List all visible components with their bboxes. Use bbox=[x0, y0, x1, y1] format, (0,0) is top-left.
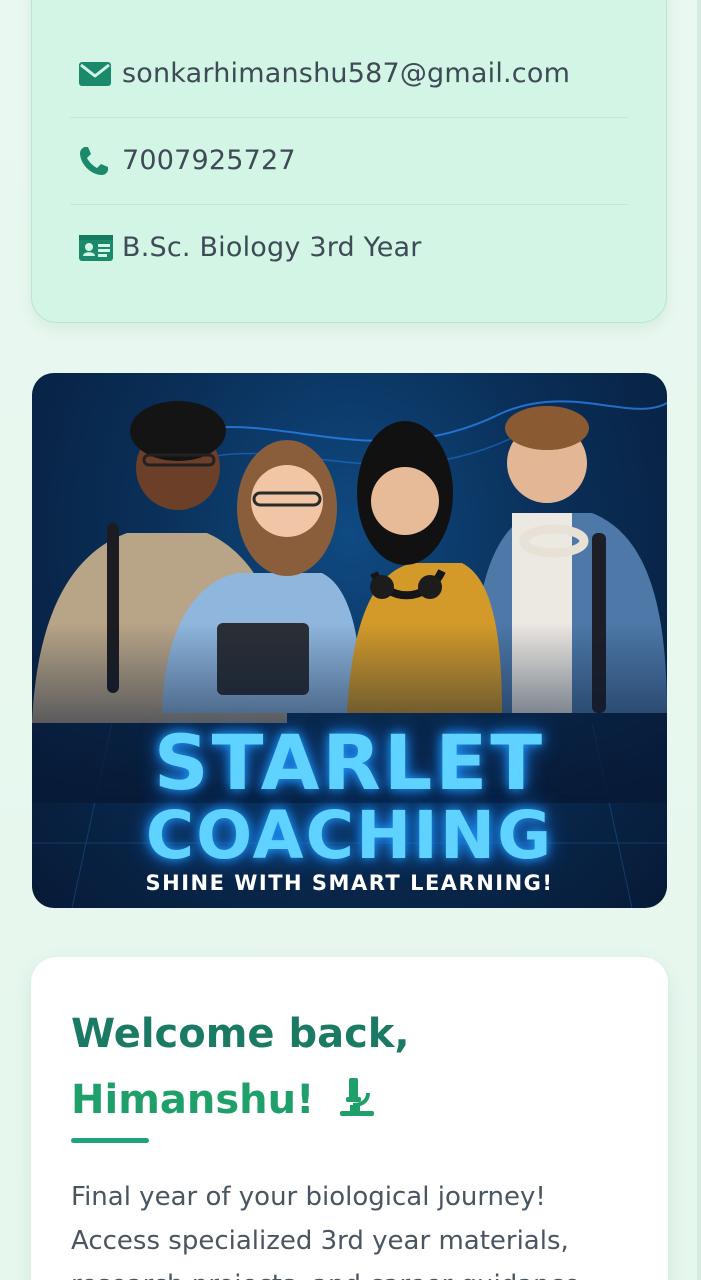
scroll-edge bbox=[697, 0, 701, 1280]
starlet-coaching-banner[interactable]: STARLET COACHING SHINE WITH SMART LEARNI… bbox=[32, 373, 667, 908]
title-underline bbox=[71, 1138, 149, 1143]
contact-card: sonkarhimanshu587@gmail.com 7007925727 B… bbox=[31, 0, 667, 323]
banner-title-line2: COACHING bbox=[145, 797, 554, 874]
welcome-card: Welcome back, Himanshu! Final year of yo… bbox=[31, 957, 668, 1280]
id-card-icon bbox=[78, 232, 118, 264]
welcome-name: Himanshu! bbox=[71, 1077, 315, 1123]
microscope-icon bbox=[334, 1073, 378, 1139]
course-text: B.Sc. Biology 3rd Year bbox=[122, 232, 422, 263]
phone-row[interactable]: 7007925727 bbox=[70, 117, 628, 205]
phone-icon bbox=[78, 145, 118, 177]
course-row: B.Sc. Biology 3rd Year bbox=[70, 204, 628, 291]
welcome-message: Final year of your biological journey! A… bbox=[71, 1182, 580, 1280]
welcome-greeting: Welcome back, bbox=[71, 1011, 410, 1057]
email-row[interactable]: sonkarhimanshu587@gmail.com bbox=[70, 30, 628, 118]
envelope-icon bbox=[78, 58, 118, 90]
email-text: sonkarhimanshu587@gmail.com bbox=[122, 58, 571, 89]
welcome-heading: Welcome back, Himanshu! bbox=[71, 1001, 631, 1139]
banner-tagline: SHINE WITH SMART LEARNING! bbox=[145, 871, 554, 895]
dashboard-page: sonkarhimanshu587@gmail.com 7007925727 B… bbox=[0, 0, 701, 1280]
banner-title-line1: STARLET bbox=[153, 718, 546, 807]
phone-text: 7007925727 bbox=[122, 145, 296, 176]
